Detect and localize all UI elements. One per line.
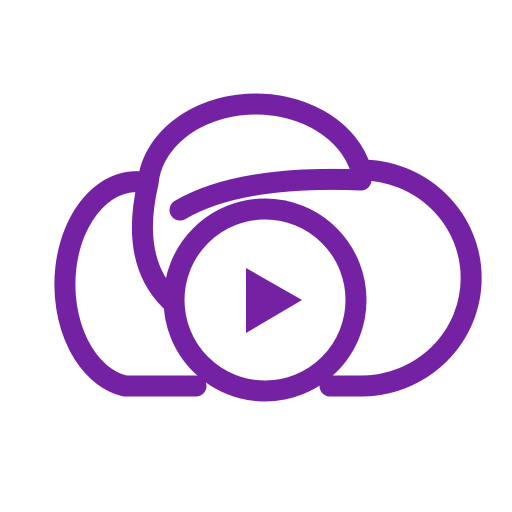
cloud-play-logo	[0, 0, 512, 512]
cloud-play-icon	[54, 93, 482, 402]
play-triangle-icon	[246, 268, 302, 333]
cloud-outline	[54, 93, 482, 397]
cloud-outline-group	[54, 93, 482, 402]
